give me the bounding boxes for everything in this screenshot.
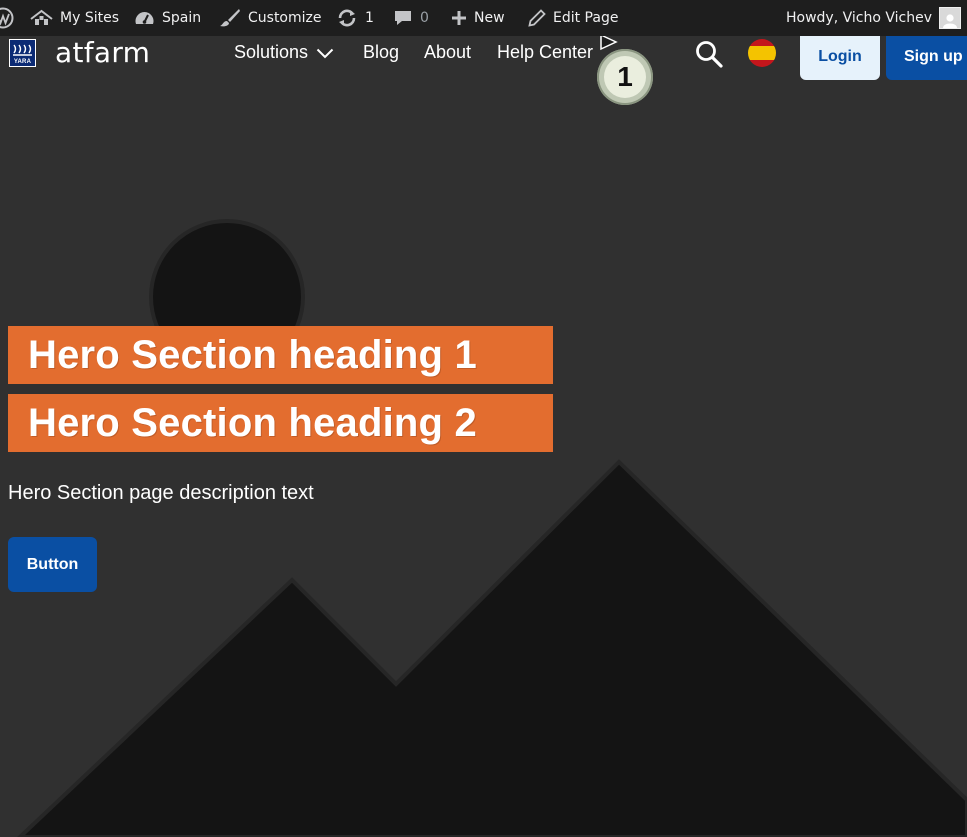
wordpress-logo-icon[interactable]: [0, 0, 14, 36]
updates-count: 1: [365, 10, 374, 26]
avatar: [939, 7, 961, 29]
my-sites-icon: [30, 9, 53, 27]
my-sites-label: My Sites: [60, 10, 119, 26]
site-name-menu[interactable]: Spain: [134, 0, 201, 36]
search-button[interactable]: [694, 39, 724, 74]
wp-admin-bar: My Sites Spain Customize 1 0 New Edit Pa…: [0, 0, 967, 36]
account-greeting: Howdy, Vicho Vichev: [786, 10, 932, 26]
signup-button[interactable]: Sign up: [886, 34, 967, 80]
comments-count: 0: [420, 10, 429, 26]
site-name-label: Spain: [162, 10, 202, 26]
spain-flag-icon[interactable]: [748, 39, 776, 67]
pencil-icon: [527, 9, 546, 27]
edit-page-link[interactable]: Edit Page: [527, 0, 618, 36]
login-button[interactable]: Login: [800, 34, 880, 80]
paintbrush-icon: [219, 8, 241, 28]
mouse-pointer-icon: [599, 33, 619, 58]
viking-ship-icon: [13, 44, 32, 56]
comments-link[interactable]: 0: [393, 0, 429, 36]
new-content-menu[interactable]: New: [451, 0, 505, 36]
comment-bubble-icon: [393, 9, 413, 27]
hero-heading-2: Hero Section heading 2: [8, 394, 553, 452]
updates-link[interactable]: 1: [336, 0, 374, 36]
chevron-down-icon: [316, 43, 334, 64]
yara-logo[interactable]: YARA: [9, 39, 36, 67]
hero-heading-1: Hero Section heading 1: [8, 326, 553, 384]
search-icon: [694, 41, 724, 73]
edit-page-label: Edit Page: [553, 10, 619, 26]
plus-icon: [451, 10, 467, 26]
step-number: 1: [604, 56, 646, 98]
my-sites-menu[interactable]: My Sites: [30, 0, 119, 36]
brand-logo-atfarm[interactable]: atfarm: [55, 36, 150, 69]
customize-link[interactable]: Customize: [219, 0, 322, 36]
nav-solutions[interactable]: Solutions: [234, 42, 334, 64]
nav-blog[interactable]: Blog: [363, 42, 399, 63]
nav-solutions-label: Solutions: [234, 42, 309, 62]
dashboard-gauge-icon: [134, 9, 155, 27]
customize-label: Customize: [248, 10, 322, 26]
new-label: New: [474, 10, 505, 26]
account-menu[interactable]: Howdy, Vicho Vichev: [786, 0, 961, 36]
updates-refresh-icon: [336, 9, 358, 27]
nav-help-center[interactable]: Help Center: [497, 42, 593, 63]
hero-description: Hero Section page description text: [8, 482, 314, 504]
site-header: YARA atfarm Solutions Blog About Help Ce…: [0, 34, 967, 80]
nav-about[interactable]: About: [424, 42, 471, 63]
yara-logo-text: YARA: [13, 59, 32, 65]
hero-cta-button[interactable]: Button: [8, 537, 97, 592]
